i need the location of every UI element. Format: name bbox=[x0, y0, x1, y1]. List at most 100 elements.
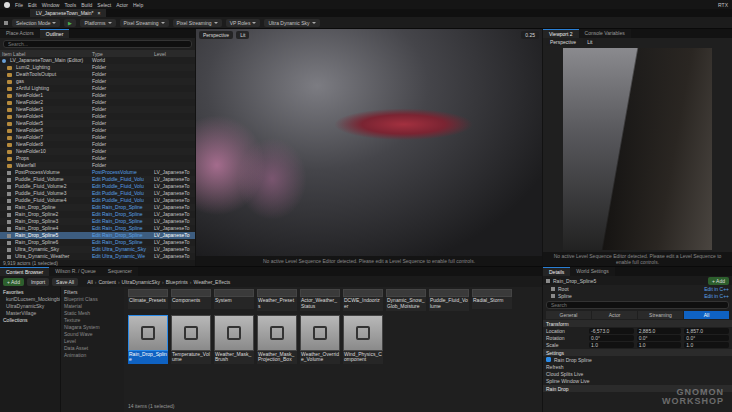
breadcrumb-item[interactable]: All bbox=[87, 279, 93, 285]
toolbar-button[interactable]: VP Roles bbox=[226, 19, 261, 27]
asset-tile[interactable]: Components bbox=[171, 289, 211, 311]
play-icon[interactable]: ▶ bbox=[68, 20, 72, 26]
lighting-mode-button[interactable]: Lit bbox=[236, 31, 249, 39]
outliner-row[interactable]: LV_JapaneseTown_Main (Editor)World bbox=[0, 57, 195, 64]
menu-item[interactable]: File bbox=[15, 2, 23, 8]
filter-item[interactable]: Animation bbox=[64, 352, 121, 358]
row-type[interactable]: Edit Rain_Drop_Spline bbox=[90, 218, 152, 225]
value-field[interactable]: 0.0° bbox=[684, 335, 729, 341]
close-tab-button[interactable]: × bbox=[97, 10, 100, 16]
section-title[interactable]: Settings bbox=[546, 350, 564, 356]
row-type[interactable]: Edit Rain_Drop_Spline bbox=[90, 211, 152, 218]
filter-item[interactable]: Texture bbox=[64, 317, 121, 323]
row-type[interactable]: Edit Rain_Drop_Spline bbox=[90, 232, 152, 239]
value-field[interactable]: 1.0 bbox=[589, 342, 634, 348]
lighting-mode-button[interactable]: Lit bbox=[583, 38, 596, 46]
viewport2-scene[interactable] bbox=[563, 48, 712, 250]
menu-item[interactable]: Select bbox=[97, 2, 111, 8]
row-type[interactable]: Edit Puddle_Fluid_Volu bbox=[90, 183, 152, 190]
outliner-row[interactable]: Puddle_Fluid_VolumeEdit Puddle_Fluid_Vol… bbox=[0, 176, 195, 183]
selection-mode-label[interactable]: Selection Mode bbox=[16, 20, 50, 26]
outliner-row[interactable]: NewFolder2Folder bbox=[0, 99, 195, 106]
filter-tab-label[interactable]: General bbox=[560, 312, 578, 318]
asset-label[interactable]: Weather_Mask_Brush bbox=[214, 351, 254, 365]
camera-speed-button[interactable]: 0.25 bbox=[521, 31, 539, 39]
search-field[interactable] bbox=[546, 301, 729, 309]
toolbar-button-label[interactable]: Pixel Streaming bbox=[177, 20, 212, 26]
toolbar-button[interactable]: Save All bbox=[52, 278, 78, 286]
tab-label[interactable]: World Settings bbox=[576, 268, 608, 274]
filter-item[interactable]: Data Asset bbox=[64, 345, 121, 351]
filter-tab[interactable]: Actor bbox=[592, 311, 637, 319]
outliner-row[interactable]: Puddle_Fluid_Volume2Edit Puddle_Fluid_Vo… bbox=[0, 183, 195, 190]
row-type[interactable]: Edit Rain_Drop_Spline bbox=[90, 225, 152, 232]
panel-tab[interactable]: Place Actors bbox=[0, 29, 40, 38]
breadcrumb-item[interactable]: Blueprints bbox=[166, 279, 188, 285]
asset-tile[interactable]: Temperature_Volume bbox=[171, 315, 211, 365]
outliner-row[interactable]: NewFolder4Folder bbox=[0, 113, 195, 120]
outliner-row[interactable]: NewFolder6Folder bbox=[0, 127, 195, 134]
panel-tab[interactable]: Details bbox=[543, 267, 570, 276]
panel-tab[interactable]: World Settings bbox=[570, 267, 614, 276]
asset-tile[interactable]: Weather_Mask_Brush bbox=[214, 315, 254, 365]
asset-label[interactable]: Weather_Presets bbox=[257, 297, 297, 311]
tab-label[interactable]: Viewport 2 bbox=[549, 31, 573, 37]
row-type[interactable]: Edit Rain_Drop_Spline bbox=[90, 204, 152, 211]
lit-label[interactable]: Lit bbox=[587, 39, 592, 45]
outliner-row[interactable]: Rain_Drop_Spline5Edit Rain_Drop_SplineLV… bbox=[0, 232, 195, 239]
filter-item[interactable]: Material bbox=[64, 303, 121, 309]
view-label[interactable]: Perspective bbox=[203, 32, 229, 38]
favorite-item[interactable]: UltraDynamicSky bbox=[3, 303, 57, 309]
row-type[interactable]: Edit Rain_Drop_Spline bbox=[90, 239, 152, 246]
tab-label[interactable]: Sequencer bbox=[108, 268, 132, 274]
breadcrumb-item[interactable]: Content bbox=[98, 279, 116, 285]
row-type[interactable]: Edit Puddle_Fluid_Volu bbox=[90, 197, 152, 204]
asset-label[interactable]: Radial_Storm bbox=[472, 297, 512, 309]
view-mode-button[interactable]: Perspective bbox=[199, 31, 233, 39]
toolbar-button[interactable]: + Add bbox=[3, 278, 24, 286]
section-header[interactable]: Settings bbox=[543, 349, 732, 356]
value-field[interactable]: 1.0 bbox=[684, 342, 729, 348]
asset-tile[interactable]: Radial_Storm bbox=[472, 289, 512, 311]
toolbar-button-label[interactable]: Pixel Streaming bbox=[124, 20, 159, 26]
filter-item[interactable]: Sound Wave bbox=[64, 331, 121, 337]
panel-tab[interactable]: Sequencer bbox=[102, 267, 138, 276]
outliner-row[interactable]: Ultra_Dynamic_WeatherEdit Ultra_Dynamic_… bbox=[0, 253, 195, 260]
row-type[interactable]: Edit Ultra_Dynamic_Sky bbox=[90, 246, 152, 253]
asset-tile[interactable]: Weather_Override_Volume bbox=[300, 315, 340, 365]
tab-label[interactable]: Wilson R. / Queue bbox=[55, 268, 96, 274]
toolbar-button[interactable]: Import bbox=[27, 278, 49, 286]
favorite-item[interactable]: kuriDLucsem_Mockingbird bbox=[3, 296, 57, 302]
favorites-title[interactable]: Favorites bbox=[3, 289, 57, 295]
asset-tile[interactable]: Wind_Physics_Component bbox=[343, 315, 383, 365]
filter-tab[interactable]: Streaming bbox=[638, 311, 683, 319]
filter-tab-label[interactable]: Streaming bbox=[649, 312, 672, 318]
filters-title[interactable]: Filters bbox=[64, 289, 121, 295]
view-mode-button[interactable]: Perspective bbox=[546, 38, 580, 46]
tab-label[interactable]: Content Browser bbox=[6, 269, 43, 275]
level-title[interactable]: LV_JapaneseTown_Main* bbox=[36, 10, 93, 16]
view-label[interactable]: Perspective bbox=[550, 39, 576, 45]
filter-tab-label[interactable]: All bbox=[704, 312, 710, 318]
add-component-button[interactable]: + Add bbox=[708, 277, 729, 285]
outliner-row[interactable]: NewFolder7Folder bbox=[0, 134, 195, 141]
outliner-row[interactable]: NewFolder1Folder bbox=[0, 92, 195, 99]
row-type[interactable]: PostProcessVolume bbox=[90, 169, 152, 176]
asset-tile[interactable]: Weather_Presets bbox=[257, 289, 297, 311]
favorite-item[interactable]: MasterVillage bbox=[3, 310, 57, 316]
tab-label[interactable]: Place Actors bbox=[6, 30, 34, 36]
toolbar-button[interactable]: Pixel Streaming bbox=[173, 19, 222, 27]
toolbar-button-label[interactable]: Ultra Dynamic Sky bbox=[268, 20, 309, 26]
column-header[interactable]: Item Label bbox=[0, 51, 90, 57]
value-field[interactable]: 0.0° bbox=[589, 335, 634, 341]
section-title[interactable]: Rain Drop bbox=[546, 386, 569, 392]
asset-tile[interactable]: Rain_Drop_Spline bbox=[128, 315, 168, 365]
outliner-row[interactable]: Rain_Drop_Spline4Edit Rain_Drop_SplineLV… bbox=[0, 225, 195, 232]
level-tab[interactable]: LV_JapaneseTown_Main* × bbox=[30, 9, 106, 17]
outliner-row[interactable]: Ultra_Dynamic_SkyEdit Ultra_Dynamic_SkyL… bbox=[0, 246, 195, 253]
menu-item[interactable]: Edit bbox=[28, 2, 37, 8]
viewport-scene[interactable]: Perspective Lit 0.25 bbox=[196, 29, 542, 256]
outliner-row[interactable]: Lumi2_LightingFolder bbox=[0, 64, 195, 71]
asset-tile[interactable]: Dynamic_Snow_Glob_Moisture bbox=[386, 289, 426, 311]
menu-item[interactable]: Window bbox=[42, 2, 60, 8]
